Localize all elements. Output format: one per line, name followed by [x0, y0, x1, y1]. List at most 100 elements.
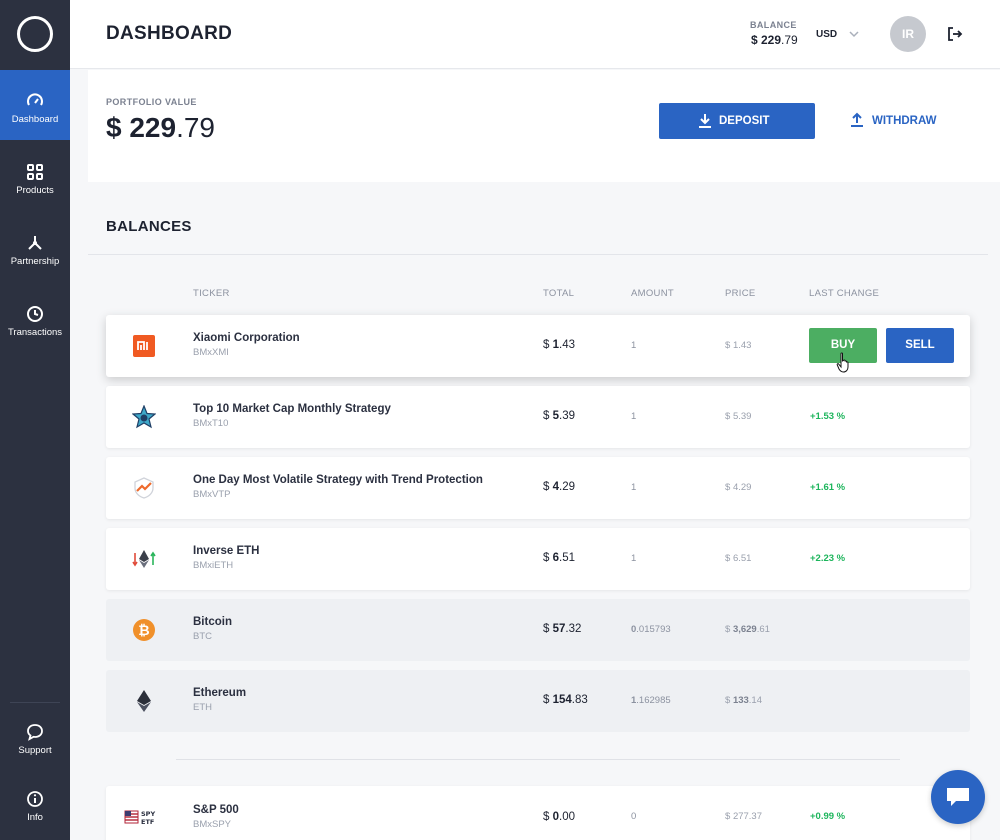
- currency-select[interactable]: USD: [816, 29, 837, 40]
- asset-ticker: BTC: [193, 631, 212, 642]
- upload-icon: [851, 112, 863, 127]
- asset-amount: 1: [631, 340, 636, 351]
- price-rest: 6.51: [732, 553, 752, 564]
- download-icon: [699, 114, 711, 128]
- total-cents: .51: [559, 552, 575, 564]
- asset-ticker: ETH: [193, 702, 212, 713]
- sidebar-item-support[interactable]: Support: [0, 701, 70, 771]
- price-prefix: $: [725, 811, 733, 822]
- chevron-down-icon[interactable]: [848, 29, 860, 39]
- logout-icon[interactable]: [947, 26, 963, 42]
- withdraw-button[interactable]: WITHDRAW: [848, 103, 958, 139]
- amount-rest: .162985: [636, 695, 671, 706]
- total-prefix: $: [543, 481, 553, 493]
- sidebar-item-info[interactable]: Info: [0, 768, 70, 838]
- asset-name: Bitcoin: [193, 616, 232, 628]
- price-rest: 4.29: [732, 482, 752, 493]
- table-row[interactable]: One Day Most Volatile Strategy with Tren…: [106, 457, 970, 519]
- column-header-amount[interactable]: AMOUNT: [631, 288, 674, 299]
- shield-trend-icon: [134, 477, 154, 499]
- price-prefix: $: [725, 411, 733, 422]
- price-prefix: $: [725, 553, 733, 564]
- price-prefix: $: [725, 482, 733, 493]
- sidebar: Dashboard Products Partnership Transacti…: [0, 0, 70, 840]
- total-cents: .32: [565, 623, 582, 635]
- asset-change: +2.23 %: [810, 553, 846, 564]
- amount-rest: 0: [631, 811, 637, 822]
- deposit-button[interactable]: DEPOSIT: [659, 103, 815, 139]
- sidebar-item-label: Products: [16, 185, 54, 196]
- chat-bubble-icon: [27, 724, 43, 741]
- clock-icon: [27, 306, 43, 322]
- column-header-ticker[interactable]: TICKER: [193, 288, 230, 299]
- asset-total: $ 1.43: [543, 339, 575, 351]
- asset-total: $ 154.83: [543, 694, 588, 706]
- balance-value: $ 229.79: [751, 33, 798, 47]
- price-whole: 3,629: [732, 624, 757, 635]
- sidebar-item-dashboard[interactable]: Dashboard: [0, 70, 70, 140]
- portfolio-label: PORTFOLIO VALUE: [106, 97, 197, 107]
- avatar[interactable]: IR: [890, 16, 926, 52]
- price-prefix: $: [725, 624, 733, 635]
- asset-name: Ethereum: [193, 687, 247, 699]
- portfolio-value: $ 229.79: [106, 112, 215, 144]
- total-cents: .43: [559, 339, 575, 351]
- table-row[interactable]: ₿ Bitcoin BTC $ 57.32 0.015793 $ 3,629.6…: [106, 599, 970, 661]
- price-rest: .61: [756, 624, 770, 635]
- asset-total: $ 5.39: [543, 410, 575, 422]
- top-header: DASHBOARD BALANCE $ 229.79 USD IR: [70, 0, 1000, 69]
- svg-text:₿: ₿: [138, 623, 149, 639]
- portfolio-panel: PORTFOLIO VALUE $ 229.79 DEPOSIT WITHDRA…: [88, 70, 1000, 182]
- chat-icon: [947, 788, 969, 806]
- chat-button[interactable]: [931, 770, 985, 824]
- column-header-last-change[interactable]: LAST CHANGE: [809, 288, 879, 299]
- total-prefix: $: [543, 410, 553, 422]
- asset-name: One Day Most Volatile Strategy with Tren…: [193, 474, 483, 486]
- total-cents: .00: [559, 811, 575, 823]
- column-header-price[interactable]: PRICE: [725, 288, 756, 299]
- asset-total: $ 6.51: [543, 552, 575, 564]
- asset-price: $ 1.43: [725, 340, 751, 351]
- total-prefix: $: [543, 623, 553, 635]
- table-row[interactable]: Inverse ETH BMxiETH $ 6.51 1 $ 6.51 +2.2…: [106, 528, 970, 590]
- sidebar-item-label: Info: [27, 812, 43, 823]
- asset-ticker: BMxXMI: [193, 347, 229, 358]
- price-rest: 277.37: [732, 811, 762, 822]
- total-prefix: $: [543, 552, 553, 564]
- table-row[interactable]: SPY ETF S&P 500 BMxSPY $ 0.00 0 $ 277.37…: [106, 786, 970, 840]
- price-whole: 133: [732, 695, 749, 706]
- asset-total: $ 0.00: [543, 811, 575, 823]
- sell-button[interactable]: SELL: [886, 328, 954, 363]
- total-cents: .29: [559, 481, 575, 493]
- asset-price: $ 4.29: [725, 482, 751, 493]
- column-header-total[interactable]: TOTAL: [543, 288, 574, 299]
- asset-change: +0.99 %: [810, 811, 846, 822]
- asset-name: Xiaomi Corporation: [193, 332, 300, 344]
- logo-ring-icon[interactable]: [17, 16, 53, 52]
- grid-icon: [27, 164, 43, 180]
- star-badge-icon: [132, 405, 156, 429]
- asset-total: $ 57.32: [543, 623, 581, 635]
- sidebar-item-label: Support: [18, 745, 52, 756]
- asset-amount: 0.015793: [631, 624, 671, 635]
- table-row[interactable]: Top 10 Market Cap Monthly Strategy BMxT1…: [106, 386, 970, 448]
- sidebar-item-partnership[interactable]: Partnership: [0, 212, 70, 282]
- asset-ticker: BMxVTP: [193, 489, 231, 500]
- price-prefix: $: [725, 695, 733, 706]
- table-row[interactable]: Ethereum ETH $ 154.83 1.162985 $ 133.14: [106, 670, 970, 732]
- section-divider: [88, 254, 988, 255]
- asset-change: +1.53 %: [810, 411, 846, 422]
- balance-whole: $ 229: [751, 33, 782, 47]
- asset-ticker: BMxSPY: [193, 819, 232, 830]
- asset-amount: 1: [631, 482, 636, 493]
- portfolio-whole: $ 229: [106, 112, 177, 143]
- sidebar-item-products[interactable]: Products: [0, 141, 70, 211]
- sidebar-item-transactions[interactable]: Transactions: [0, 283, 70, 353]
- withdraw-label: WITHDRAW: [872, 115, 937, 127]
- amount-rest: 1: [631, 482, 637, 493]
- inverse-eth-icon: [132, 550, 156, 568]
- list-divider: [176, 759, 900, 760]
- asset-amount: 1: [631, 553, 636, 564]
- asset-amount: 1: [631, 411, 636, 422]
- sidebar-item-label: Transactions: [7, 327, 63, 338]
